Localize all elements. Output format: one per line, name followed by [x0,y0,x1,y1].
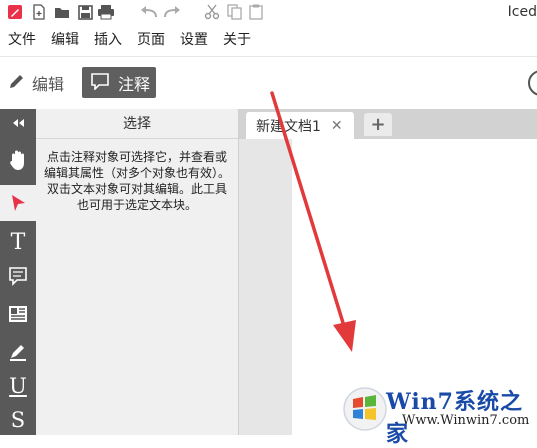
watermark: Win7系统之家 Www.Winwin7.com [338,380,537,447]
annotation-arrow [270,91,356,352]
windows-logo-icon [342,386,388,436]
watermark-url: Www.Winwin7.com [402,413,530,428]
